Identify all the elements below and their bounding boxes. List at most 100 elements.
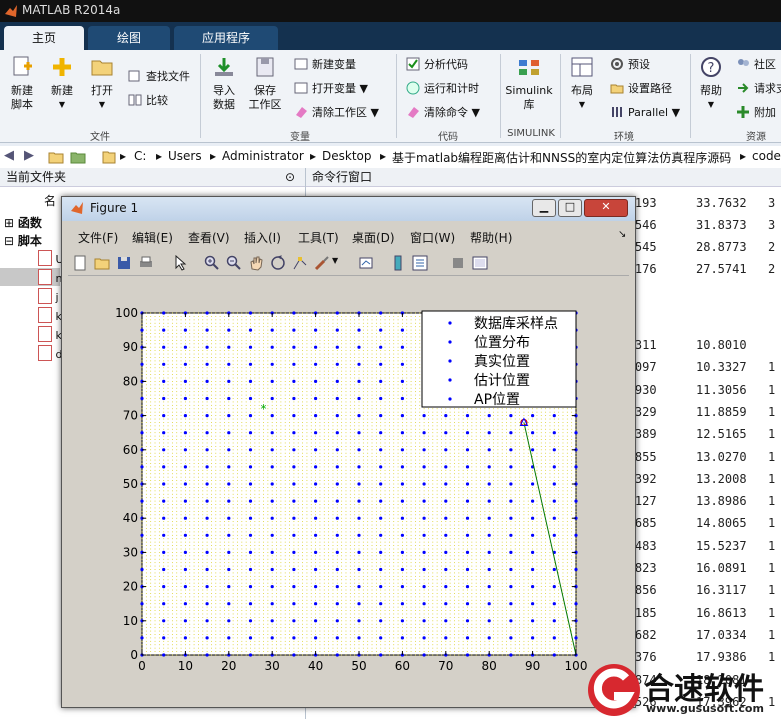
position-point: [323, 610, 325, 611]
position-point: [245, 510, 247, 512]
forward-arrow-icon[interactable]: ▶: [24, 148, 34, 163]
parallel-button[interactable]: Parallel ▼: [610, 104, 680, 122]
figure-window[interactable]: Figure 1 ▁ □ ✕ 文件(F) 编辑(E) 查看(V) 插入(I) 工…: [61, 196, 636, 708]
addons-button[interactable]: 附加: [736, 104, 776, 122]
new-button[interactable]: 新建 ▼: [44, 54, 80, 112]
position-point: [345, 616, 347, 618]
print-icon[interactable]: [138, 255, 154, 271]
position-point: [176, 582, 178, 584]
list-item[interactable]: k: [38, 307, 64, 326]
brush-icon[interactable]: [314, 255, 330, 271]
cmd-value: 31.8373: [696, 218, 747, 232]
new-script-button[interactable]: 新建 脚本: [4, 54, 40, 112]
zoom-out-icon[interactable]: [226, 255, 242, 271]
position-point: [185, 528, 186, 529]
menu-edit[interactable]: 编辑(E): [132, 229, 173, 246]
open-button[interactable]: 打开 ▼: [84, 54, 120, 112]
community-button[interactable]: 社区: [736, 56, 776, 74]
menu-view[interactable]: 查看(V): [188, 229, 230, 246]
set-path-button[interactable]: 设置路径: [610, 80, 672, 98]
request-support-button[interactable]: 请求支: [736, 80, 781, 98]
name-column-header[interactable]: 名: [44, 192, 56, 209]
position-point: [219, 644, 221, 646]
tab-apps[interactable]: 应用程序: [174, 26, 278, 50]
legend-icon[interactable]: [412, 255, 428, 271]
dock-arrow-icon[interactable]: ↘: [618, 229, 626, 240]
pointer-icon[interactable]: [172, 255, 188, 271]
position-point: [145, 555, 147, 557]
compare-button[interactable]: 比较: [128, 92, 168, 110]
menu-desktop[interactable]: 桌面(D): [352, 229, 395, 246]
list-item[interactable]: k: [38, 326, 64, 345]
path-segment-users[interactable]: Users: [168, 149, 202, 163]
list-item[interactable]: n: [38, 269, 64, 288]
browse-folder-icon[interactable]: [70, 149, 86, 165]
layout-button[interactable]: 布局 ▼: [564, 54, 600, 112]
link-plot-icon[interactable]: [358, 255, 374, 271]
new-figure-icon[interactable]: [72, 255, 88, 271]
pan-hand-icon[interactable]: [248, 255, 264, 271]
path-segment-code[interactable]: code: [752, 149, 781, 163]
back-arrow-icon[interactable]: ◀: [4, 148, 14, 163]
compare-label: 比较: [146, 94, 168, 107]
help-button[interactable]: ? 帮助 ▼: [694, 54, 728, 112]
position-point: [167, 531, 169, 533]
menu-help[interactable]: 帮助(H): [470, 229, 512, 246]
maximize-button[interactable]: □: [558, 199, 582, 217]
up-folder-icon[interactable]: [48, 149, 64, 165]
panel-menu-icon[interactable]: ⊙: [285, 168, 295, 186]
position-point: [145, 339, 147, 341]
position-point: [254, 545, 256, 546]
position-point: [254, 572, 256, 574]
figure-titlebar[interactable]: Figure 1 ▁ □ ✕: [62, 197, 635, 221]
scatter-plot[interactable]: *0 10 20 30 40 50 60 70 80 90 10001020304050607080…: [62, 277, 635, 707]
analyze-code-button[interactable]: 分析代码: [406, 56, 468, 74]
menu-file[interactable]: 文件(F): [78, 229, 118, 246]
import-data-button[interactable]: 导入 数据: [206, 54, 242, 112]
colorbar-icon[interactable]: [390, 255, 406, 271]
minimize-button[interactable]: ▁: [532, 199, 556, 217]
hide-tools-icon[interactable]: [450, 255, 466, 271]
menu-tools[interactable]: 工具(T): [298, 229, 339, 246]
list-item[interactable]: U: [38, 250, 64, 269]
close-button[interactable]: ✕: [584, 199, 628, 217]
position-point: [232, 493, 234, 495]
position-point: [232, 545, 234, 546]
run-and-time-button[interactable]: 运行和计时: [406, 80, 479, 98]
position-point: [280, 316, 282, 317]
new-variable-button[interactable]: 新建变量: [294, 56, 356, 74]
save-workspace-button[interactable]: 保存 工作区: [244, 54, 286, 112]
preferences-button[interactable]: 预设: [610, 56, 650, 74]
tree-node-scripts[interactable]: ⊟ 脚本: [4, 232, 42, 249]
path-segment-administrator[interactable]: Administrator: [222, 149, 304, 163]
tree-node-functions[interactable]: ⊞ 函数: [4, 214, 42, 231]
clear-workspace-button[interactable]: 清除工作区 ▼: [294, 104, 379, 122]
path-segment-project[interactable]: 基于matlab编程距离估计和NNSS的室内定位算法仿真程序源码: [392, 149, 731, 166]
find-files-button[interactable]: 查找文件: [128, 68, 190, 86]
position-point: [145, 596, 147, 598]
menu-window[interactable]: 窗口(W): [410, 229, 455, 246]
plot-area[interactable]: * 0 10 20 30 40 50 60 70 80 90 100 0 10 20 30 40 50 60 70 80…: [62, 277, 635, 707]
open-variable-button[interactable]: 打开变量 ▼: [294, 80, 368, 98]
list-item[interactable]: d: [38, 345, 64, 364]
rotate-3d-icon[interactable]: [270, 255, 286, 271]
position-point: [302, 644, 303, 646]
zoom-in-icon[interactable]: [204, 255, 220, 271]
path-segment-drive[interactable]: C:: [134, 149, 146, 163]
simulink-library-button[interactable]: Simulink 库: [504, 54, 554, 112]
position-point: [228, 538, 230, 540]
chevron-down-icon[interactable]: ▼: [332, 256, 338, 265]
tab-home[interactable]: 主页: [4, 26, 84, 50]
menu-insert[interactable]: 插入(I): [244, 229, 281, 246]
save-icon[interactable]: [116, 255, 132, 271]
position-point: [145, 415, 147, 416]
open-file-icon[interactable]: [94, 255, 110, 271]
data-cursor-icon[interactable]: [292, 255, 308, 271]
tab-plots[interactable]: 绘图: [88, 26, 170, 50]
clear-commands-button[interactable]: 清除命令 ▼: [406, 104, 480, 122]
list-item[interactable]: j: [38, 288, 64, 307]
show-tools-icon[interactable]: [472, 255, 488, 271]
expand-icon[interactable]: ⊞: [4, 216, 14, 230]
collapse-icon[interactable]: ⊟: [4, 234, 14, 248]
path-segment-desktop[interactable]: Desktop: [322, 149, 372, 163]
